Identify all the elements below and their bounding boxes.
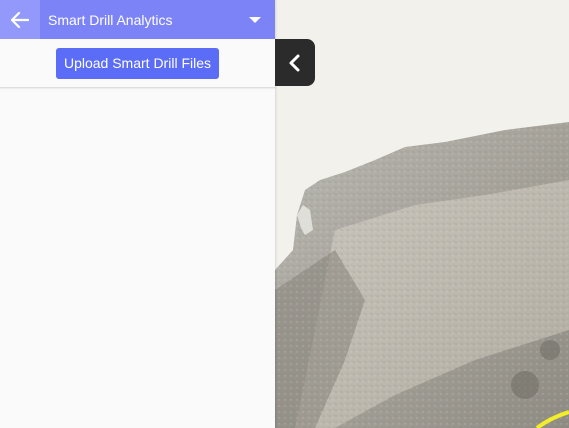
back-button[interactable] — [0, 0, 40, 39]
map-viewport[interactable] — [275, 0, 569, 428]
caret-down-icon — [249, 16, 261, 23]
analytics-select[interactable]: Smart Drill Analytics — [40, 0, 275, 39]
arrow-left-icon — [11, 11, 29, 28]
upload-smart-drill-files-button[interactable]: Upload Smart Drill Files — [55, 47, 220, 79]
sidebar-panel: Smart Drill Analytics Upload Smart Drill… — [0, 0, 275, 428]
gravel-pile — [540, 340, 560, 360]
terrain-orthophoto — [275, 122, 569, 428]
app-root: Smart Drill Analytics Upload Smart Drill… — [0, 0, 569, 428]
analytics-title: Smart Drill Analytics — [48, 11, 173, 28]
chevron-left-icon — [289, 54, 300, 71]
collapse-sidebar-toggle[interactable] — [275, 39, 315, 86]
gravel-pile — [511, 371, 539, 399]
upload-row: Upload Smart Drill Files — [0, 39, 275, 88]
sidebar-header: Smart Drill Analytics — [0, 0, 275, 39]
